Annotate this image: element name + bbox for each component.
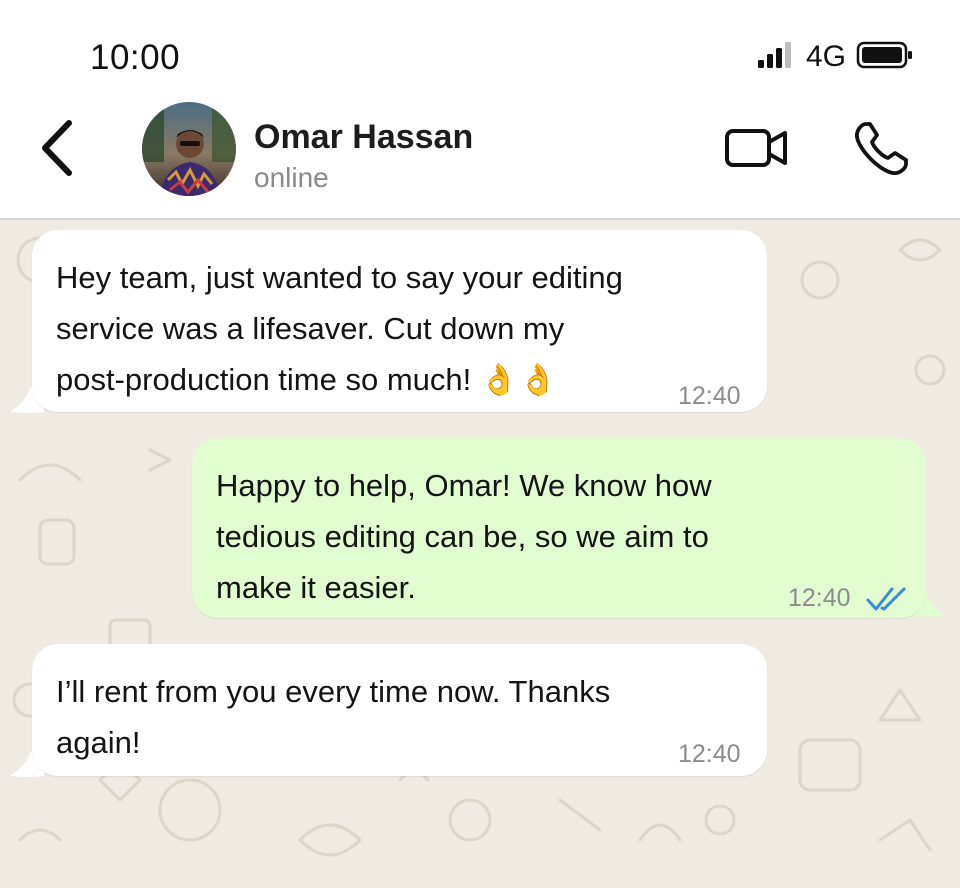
message-bubble-incoming[interactable]: Hey team, just wanted to say your editin… — [32, 230, 767, 412]
video-camera-icon — [723, 125, 791, 176]
message-text: Happy to help, Omar! We know how tedious… — [216, 468, 712, 605]
message-bubble-outgoing[interactable]: Happy to help, Omar! We know how tedious… — [192, 438, 926, 618]
status-indicators: 4G — [756, 40, 914, 74]
battery-icon — [856, 40, 914, 75]
voice-call-button[interactable] — [848, 118, 914, 184]
message-text: Hey team, just wanted to say your editin… — [56, 260, 623, 397]
signal-icon — [756, 40, 796, 75]
message-time: 12:40 — [788, 584, 851, 612]
chevron-left-icon — [39, 119, 73, 182]
back-button[interactable] — [30, 119, 82, 182]
contact-name[interactable]: Omar Hassan — [254, 118, 473, 157]
status-time: 10:00 — [90, 38, 181, 77]
video-call-button[interactable] — [720, 122, 794, 178]
message-time: 12:40 — [678, 382, 741, 410]
status-bar: 10:00 4G — [0, 0, 960, 110]
message-bubble-incoming[interactable]: I’ll rent from you every time now. Thank… — [32, 644, 767, 776]
chat-header: Omar Hassan online — [0, 100, 960, 220]
message-text: I’ll rent from you every time now. Thank… — [56, 674, 611, 760]
contact-status: online — [254, 162, 329, 193]
chat-area[interactable]: Hey team, just wanted to say your editin… — [0, 220, 960, 888]
phone-icon — [852, 120, 910, 183]
avatar[interactable] — [142, 102, 236, 196]
double-check-icon — [866, 587, 906, 611]
message-time: 12:40 — [678, 740, 741, 768]
network-label: 4G — [805, 40, 846, 73]
